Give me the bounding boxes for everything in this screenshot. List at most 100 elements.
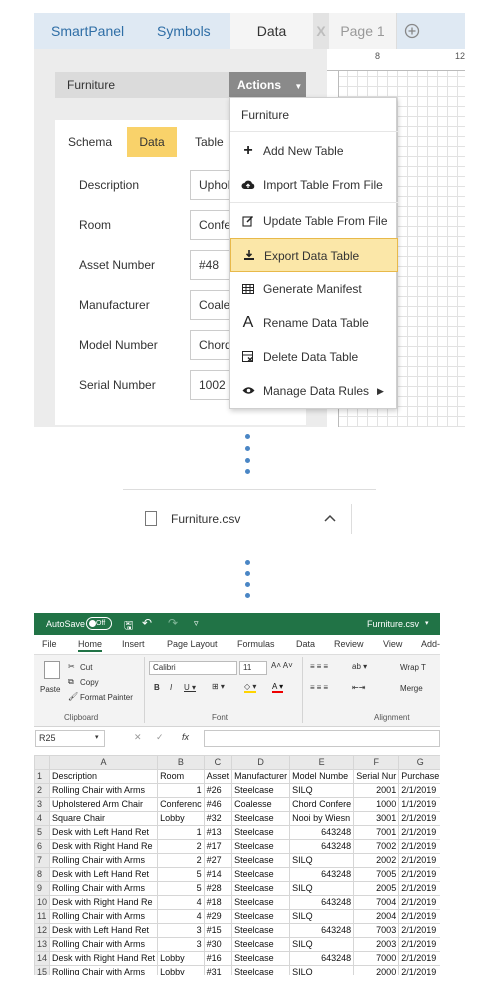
- cell[interactable]: Conferenc: [157, 797, 205, 812]
- cell[interactable]: 643248: [289, 839, 355, 854]
- cell[interactable]: Lobby: [157, 965, 205, 975]
- column-header[interactable]: F: [353, 755, 400, 770]
- cut-icon[interactable]: ✂: [68, 662, 75, 671]
- row-header[interactable]: 10: [34, 895, 51, 910]
- cell[interactable]: Desk with Right Hand Re: [49, 839, 159, 854]
- cell[interactable]: 1: [157, 825, 205, 840]
- cell[interactable]: 2/1/2019: [398, 811, 440, 826]
- merge-button[interactable]: Merge: [400, 684, 423, 693]
- borders-icon[interactable]: ⊞ ▾: [212, 682, 225, 691]
- cell[interactable]: Steelcase: [231, 881, 291, 896]
- cell[interactable]: SILQ: [289, 853, 355, 868]
- chevron-up-icon[interactable]: [324, 511, 336, 525]
- cell[interactable]: 7002: [353, 839, 400, 854]
- cell[interactable]: 2: [157, 853, 205, 868]
- chevron-down-icon[interactable]: ▾: [95, 733, 99, 741]
- bold-icon[interactable]: B: [154, 683, 160, 692]
- cell[interactable]: 2005: [353, 881, 400, 896]
- cell[interactable]: SILQ: [289, 881, 355, 896]
- cell[interactable]: Steelcase: [231, 923, 291, 938]
- row-header[interactable]: 3: [34, 797, 51, 812]
- save-icon[interactable]: 🖫: [124, 617, 133, 636]
- cell[interactable]: SILQ: [289, 783, 355, 798]
- cell[interactable]: #13: [203, 825, 233, 840]
- column-header[interactable]: A: [49, 755, 159, 770]
- cell[interactable]: 2/1/2019: [398, 867, 440, 882]
- cell[interactable]: 2/1/2019: [398, 839, 440, 854]
- cell[interactable]: SILQ: [289, 965, 355, 975]
- column-header[interactable]: E: [289, 755, 355, 770]
- tab-home[interactable]: Home: [78, 639, 103, 652]
- cell[interactable]: 2/1/2019: [398, 923, 440, 938]
- cell[interactable]: 2/1/2019: [398, 895, 440, 910]
- cell[interactable]: Manufacturer: [231, 769, 291, 784]
- cell[interactable]: 2/1/2019: [398, 853, 440, 868]
- tab-file[interactable]: File: [42, 639, 57, 649]
- tab-symbols[interactable]: Symbols: [157, 13, 211, 49]
- redo-icon[interactable]: ↷: [168, 616, 178, 630]
- cell[interactable]: 2/1/2019: [398, 951, 440, 966]
- select-all-corner[interactable]: [34, 755, 51, 770]
- row-header[interactable]: 7: [34, 853, 51, 868]
- rename-data-table-item[interactable]: A Rename Data Table: [230, 306, 398, 340]
- cell[interactable]: 2/1/2019: [398, 965, 440, 975]
- cell[interactable]: Room: [157, 769, 205, 784]
- font-size-select[interactable]: 11: [239, 661, 267, 675]
- cell[interactable]: #28: [203, 881, 233, 896]
- cell[interactable]: Steelcase: [231, 783, 291, 798]
- cell[interactable]: 7001: [353, 825, 400, 840]
- cell[interactable]: Square Chair: [49, 811, 159, 826]
- cell[interactable]: Rolling Chair with Arms: [49, 853, 159, 868]
- function-icon[interactable]: fx: [182, 732, 189, 742]
- cell[interactable]: 2002: [353, 853, 400, 868]
- cell[interactable]: #31: [203, 965, 233, 975]
- cell[interactable]: 3: [157, 937, 205, 952]
- formula-input[interactable]: [204, 730, 440, 747]
- copy-icon[interactable]: ⧉: [68, 677, 74, 687]
- cell[interactable]: 3001: [353, 811, 400, 826]
- cell[interactable]: #32: [203, 811, 233, 826]
- underline-icon[interactable]: U ▾: [184, 683, 196, 692]
- cell[interactable]: Steelcase: [231, 909, 291, 924]
- cell[interactable]: Steelcase: [231, 839, 291, 854]
- cell[interactable]: 643248: [289, 825, 355, 840]
- quick-access-icon[interactable]: ▿: [194, 618, 199, 629]
- add-new-table-item[interactable]: + Add New Table: [230, 134, 398, 168]
- manage-data-rules-item[interactable]: Manage Data Rules ▶: [230, 374, 398, 408]
- cell[interactable]: Rolling Chair with Arms: [49, 937, 159, 952]
- cell[interactable]: 1/1/2019: [398, 797, 440, 812]
- cell[interactable]: Model Numbe: [289, 769, 355, 784]
- font-name-select[interactable]: Calibri: [149, 661, 237, 675]
- cell[interactable]: Serial Nur: [353, 769, 400, 784]
- tab-add-ins[interactable]: Add-: [421, 639, 440, 649]
- cell[interactable]: Purchase: [398, 769, 440, 784]
- downloaded-file-name[interactable]: Furniture.csv: [171, 512, 240, 526]
- orientation-icon[interactable]: ab ▾: [352, 662, 367, 671]
- cell[interactable]: Desk with Left Hand Ret: [49, 923, 159, 938]
- cell[interactable]: Lobby: [157, 951, 205, 966]
- row-header[interactable]: 12: [34, 923, 51, 938]
- subtab-table[interactable]: Table: [195, 127, 224, 157]
- update-table-item[interactable]: Update Table From File: [230, 204, 398, 238]
- subtab-schema[interactable]: Schema: [68, 127, 112, 157]
- cell[interactable]: 2000: [353, 965, 400, 975]
- cell[interactable]: #46: [203, 797, 233, 812]
- cell[interactable]: Steelcase: [231, 937, 291, 952]
- cell[interactable]: #17: [203, 839, 233, 854]
- tab-page-layout[interactable]: Page Layout: [167, 639, 218, 649]
- cancel-icon[interactable]: ✕: [134, 732, 142, 743]
- row-header[interactable]: 15: [34, 965, 51, 975]
- cell[interactable]: #18: [203, 895, 233, 910]
- cell[interactable]: Desk with Right Hand Ret: [49, 951, 159, 966]
- import-table-item[interactable]: Import Table From File: [230, 168, 398, 202]
- tab-formulas[interactable]: Formulas: [237, 639, 275, 649]
- cell[interactable]: Steelcase: [231, 853, 291, 868]
- row-header[interactable]: 14: [34, 951, 51, 966]
- cell[interactable]: #16: [203, 951, 233, 966]
- paste-label[interactable]: Paste: [40, 685, 60, 694]
- cell[interactable]: Desk with Left Hand Ret: [49, 825, 159, 840]
- cell[interactable]: 3: [157, 923, 205, 938]
- column-header[interactable]: B: [157, 755, 205, 770]
- undo-icon[interactable]: ↶: [142, 616, 152, 630]
- cell[interactable]: 2/1/2019: [398, 909, 440, 924]
